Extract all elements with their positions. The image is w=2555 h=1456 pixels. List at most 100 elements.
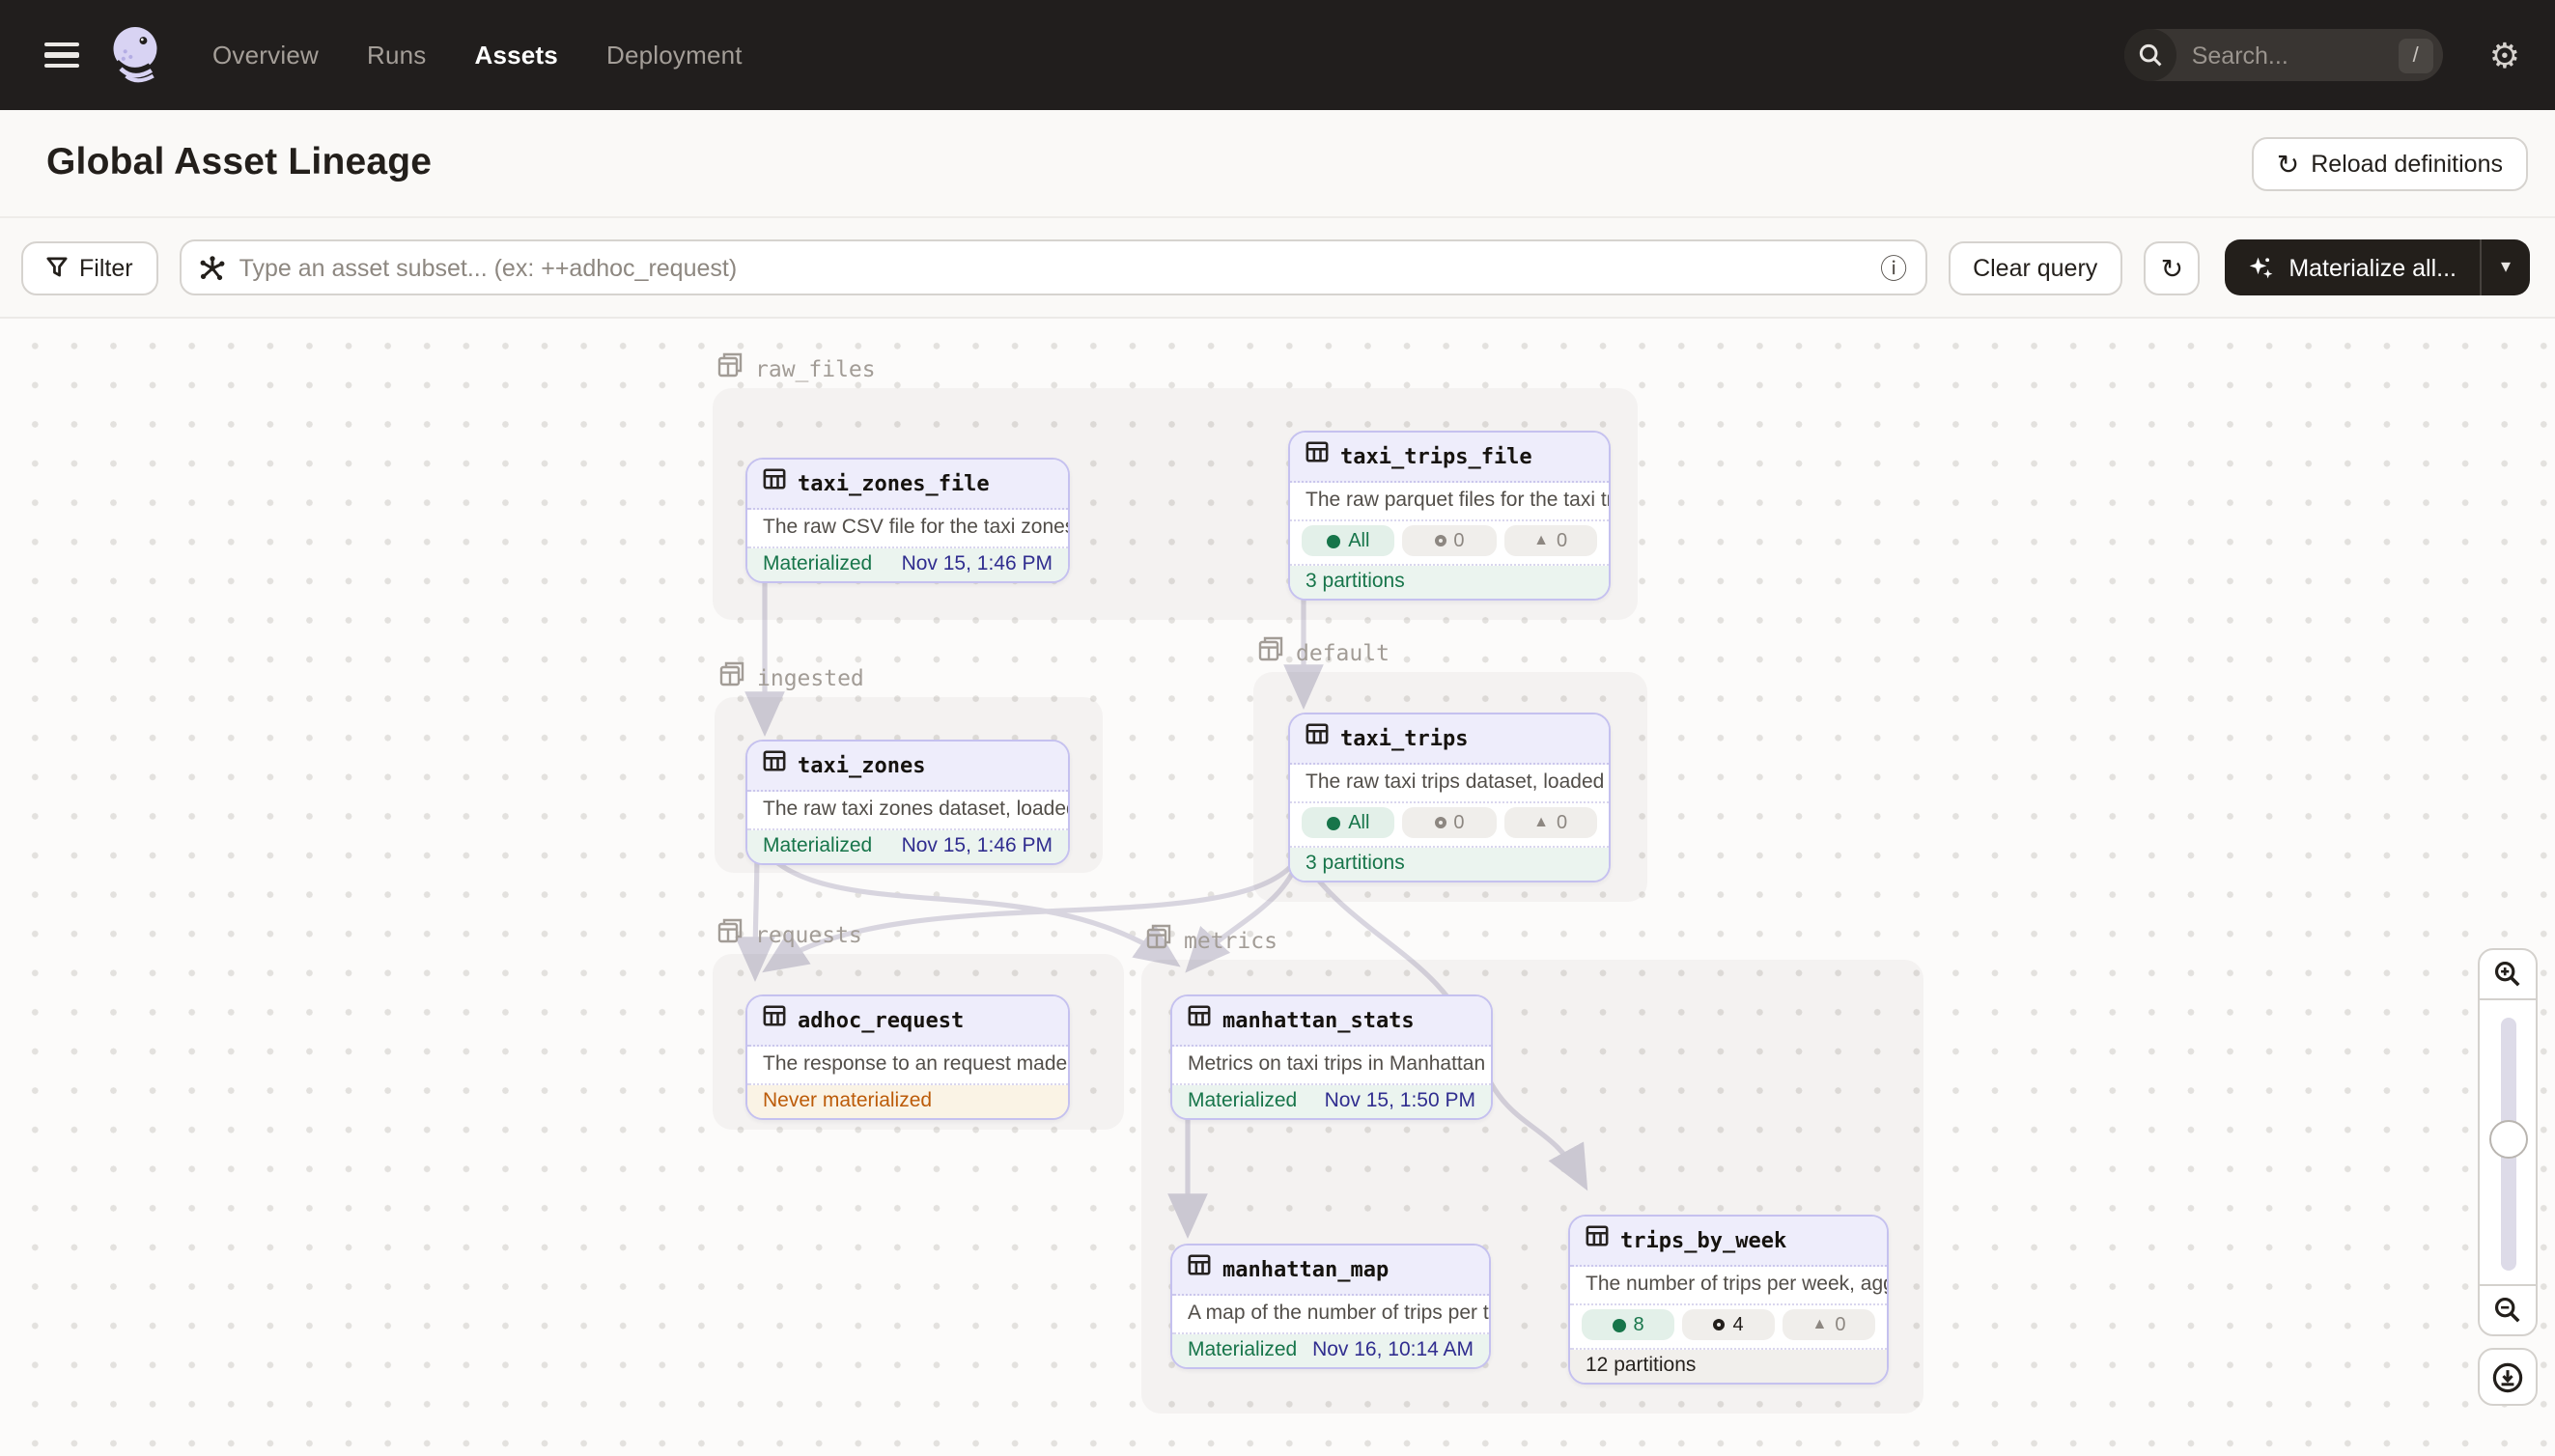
asset-node-header: taxi_trips: [1290, 714, 1609, 765]
reload-definitions-button[interactable]: ↻ Reload definitions: [2252, 136, 2528, 190]
settings-gear-icon[interactable]: ⚙: [2489, 38, 2520, 72]
asset-node-header: manhattan_stats: [1172, 996, 1491, 1047]
failed-ring-icon: [1434, 817, 1446, 828]
search-placeholder: Search...: [2192, 42, 2399, 69]
asset-name: manhattan_map: [1222, 1256, 1389, 1281]
asset-name: taxi_zones_file: [798, 470, 990, 495]
hamburger-menu-icon[interactable]: [44, 42, 79, 68]
top-nav: Overview Runs Assets Deployment Search..…: [0, 0, 2555, 110]
partition-badge: ▲0: [1503, 807, 1597, 838]
asset-query-input[interactable]: [239, 254, 1867, 281]
table-icon: [1306, 720, 1329, 755]
clear-query-button[interactable]: Clear query: [1948, 240, 2122, 294]
asset-description: The raw parquet files for the taxi trips…: [1290, 483, 1609, 521]
partition-status-row: 84 ▲0: [1570, 1305, 1887, 1350]
asset-group-label-metrics[interactable]: metrics: [1145, 923, 1278, 956]
asset-node-header: taxi_trips_file: [1290, 433, 1609, 483]
lineage-canvas[interactable]: raw_files ingested default requests metrics t…: [0, 319, 2555, 1456]
asset-description: The raw taxi zones dataset, loaded int..…: [747, 792, 1068, 830]
asset-description: The raw taxi trips dataset, loaded into …: [1290, 765, 1609, 803]
materialization-footer: Materialized Nov 15, 1:46 PM: [747, 548, 1068, 581]
materialize-all-button[interactable]: Materialize all... ▾: [2225, 239, 2530, 295]
nav-deployment[interactable]: Deployment: [606, 41, 743, 70]
group-icon: [1145, 923, 1172, 956]
refresh-graph-button[interactable]: ↻: [2144, 240, 2200, 294]
asset-query-field[interactable]: ⓘ: [180, 239, 1927, 295]
partition-status-row: All 0▲0: [1290, 803, 1609, 848]
asset-name: trips_by_week: [1620, 1227, 1786, 1252]
partitions-footer: 3 partitions: [1290, 848, 1609, 881]
partition-badge: ▲0: [1783, 1309, 1875, 1340]
zoom-slider[interactable]: [2478, 998, 2538, 1286]
zoom-in-button[interactable]: [2478, 948, 2538, 1000]
graph-query-icon: [199, 254, 226, 281]
materialized-status: Materialized: [763, 552, 872, 575]
never-materialized-footer: Never materialized: [747, 1085, 1068, 1118]
asset-group-label-raw_files[interactable]: raw_files: [716, 351, 876, 384]
app-window: Overview Runs Assets Deployment Search..…: [0, 0, 2555, 1456]
funnel-icon: [46, 257, 68, 278]
table-icon: [1188, 1251, 1211, 1286]
partition-badge: ▲0: [1503, 525, 1597, 556]
zoom-out-button[interactable]: [2478, 1284, 2538, 1336]
asset-group-label-ingested[interactable]: ingested: [718, 660, 864, 693]
asset-node-manhattan_stats[interactable]: manhattan_stats Metrics on taxi trips in …: [1170, 994, 1493, 1120]
success-dot-icon: [1327, 816, 1340, 829]
materialized-status: Materialized: [1188, 1338, 1297, 1361]
group-icon: [716, 351, 744, 384]
nav-overview[interactable]: Overview: [212, 41, 319, 70]
asset-node-adhoc_request[interactable]: adhoc_request The response to an request …: [745, 994, 1070, 1120]
partition-badge: All: [1302, 807, 1395, 838]
partition-badge: All: [1302, 525, 1395, 556]
materialize-dropdown-caret[interactable]: ▾: [2480, 239, 2530, 295]
success-dot-icon: [1327, 534, 1340, 547]
asset-group-label-requests[interactable]: requests: [716, 917, 862, 950]
partitions-footer: 3 partitions: [1290, 566, 1609, 599]
asset-description: Metrics on taxi trips in Manhattan: [1172, 1047, 1491, 1085]
materialization-footer: MaterializedNov 15, 1:50 PM: [1172, 1085, 1491, 1118]
asset-node-taxi_zones[interactable]: taxi_zones The raw taxi zones dataset, lo…: [745, 740, 1070, 865]
materialized-timestamp: Nov 15, 1:46 PM: [902, 552, 1053, 575]
asset-node-taxi_trips[interactable]: taxi_tripsThe raw taxi trips dataset, lo…: [1288, 713, 1611, 882]
group-icon: [1257, 635, 1284, 668]
asset-node-header: taxi_zones: [747, 742, 1068, 792]
asset-node-trips_by_week[interactable]: trips_by_week The number of trips per wee…: [1568, 1215, 1889, 1385]
table-icon: [763, 465, 786, 500]
dagster-logo[interactable]: [106, 24, 164, 86]
refresh-icon: ↻: [2277, 150, 2299, 177]
zoom-controls: [2478, 948, 2538, 1406]
asset-node-manhattan_map[interactable]: manhattan_mapA map of the number of trip…: [1170, 1244, 1491, 1369]
partition-badge: 8: [1582, 1309, 1674, 1340]
partitions-footer: 12 partitions: [1570, 1350, 1887, 1383]
asset-description: The number of trips per week, aggreg...: [1570, 1267, 1887, 1305]
group-icon: [718, 660, 745, 693]
materialization-footer: MaterializedNov 15, 1:46 PM: [747, 830, 1068, 863]
group-icon: [716, 917, 744, 950]
asset-group-label-default[interactable]: default: [1257, 635, 1390, 668]
materialized-timestamp: Nov 16, 10:14 AM: [1312, 1338, 1474, 1361]
partition-badge: 4: [1682, 1309, 1775, 1340]
nav-runs[interactable]: Runs: [367, 41, 427, 70]
materialized-timestamp: Nov 15, 1:50 PM: [1325, 1089, 1475, 1112]
asset-name: adhoc_request: [798, 1007, 964, 1032]
asset-node-taxi_trips_file[interactable]: taxi_trips_file The raw parquet files for…: [1288, 431, 1611, 601]
search-input[interactable]: Search... /: [2124, 29, 2443, 81]
asset-description: The response to an request made in th...: [747, 1047, 1068, 1085]
filter-button[interactable]: Filter: [21, 240, 158, 294]
info-icon[interactable]: ⓘ: [1880, 254, 1907, 281]
nav-assets[interactable]: Assets: [474, 41, 558, 70]
asset-name: taxi_trips_file: [1340, 443, 1532, 468]
zoom-slider-thumb[interactable]: [2489, 1120, 2528, 1159]
asset-name: taxi_zones: [798, 752, 925, 777]
in-progress-triangle-icon: ▲: [1812, 1317, 1828, 1332]
download-image-button[interactable]: [2478, 1348, 2538, 1406]
failed-ring-icon: [1713, 1319, 1725, 1330]
success-dot-icon: [1612, 1318, 1625, 1331]
materialization-footer: Materialized Nov 16, 10:14 AM: [1172, 1334, 1489, 1367]
table-icon: [763, 747, 786, 782]
search-shortcut-badge: /: [2399, 38, 2433, 72]
partition-badge: 0: [1403, 807, 1497, 838]
lineage-toolbar: Filter ⓘ Clear query ↻ Materialize all..…: [0, 218, 2555, 319]
asset-name: manhattan_stats: [1222, 1007, 1415, 1032]
asset-node-taxi_zones_file[interactable]: taxi_zones_fileThe raw CSV file for the …: [745, 458, 1070, 583]
